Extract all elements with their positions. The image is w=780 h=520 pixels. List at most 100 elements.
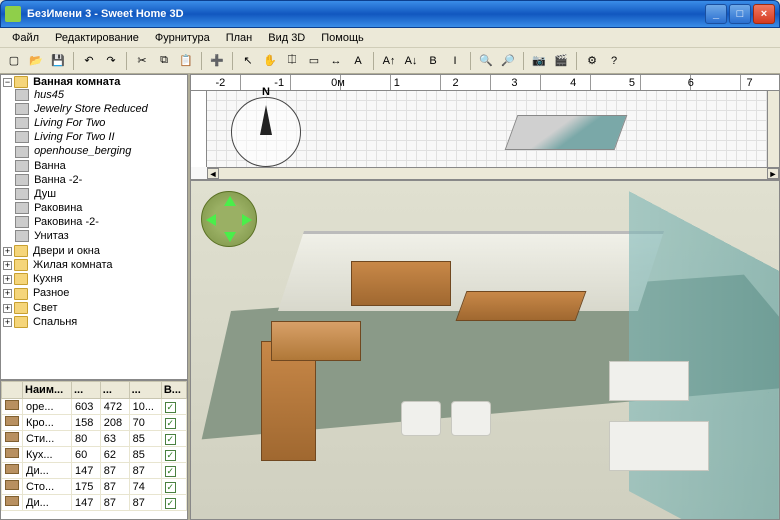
text-bold-button[interactable]: B (423, 51, 443, 71)
expand-icon[interactable]: + (3, 275, 12, 284)
column-header[interactable]: ... (71, 382, 100, 399)
item-icon (15, 89, 29, 101)
collapse-icon[interactable]: − (3, 78, 12, 87)
tree-category[interactable]: + Свет (3, 301, 187, 315)
help-button[interactable]: ? (604, 51, 624, 71)
tree-category[interactable]: + Спальня (3, 315, 187, 329)
menu-file[interactable]: Файл (4, 30, 47, 46)
3d-nav-knob[interactable] (201, 191, 257, 247)
3d-scene[interactable] (201, 211, 769, 509)
plan-vscroll[interactable] (767, 91, 779, 167)
table-row[interactable]: Сто...1758774✓ (2, 479, 187, 495)
plan-hscroll[interactable]: ◄ ► (207, 167, 779, 179)
close-button[interactable]: × (753, 4, 775, 24)
expand-icon[interactable]: + (3, 247, 12, 256)
text-italic-button[interactable]: I (445, 51, 465, 71)
zoom-out-button[interactable]: 🔎 (498, 51, 518, 71)
catalog-tree[interactable]: − Ванная комната hus45 Jewelry Store Red… (0, 74, 188, 380)
visible-checkbox[interactable]: ✓ (165, 450, 176, 461)
nav-down-icon[interactable] (224, 232, 236, 242)
table-row[interactable]: Сти...806385✓ (2, 431, 187, 447)
tree-item[interactable]: Jewelry Store Reduced (15, 102, 187, 116)
text-button[interactable]: A (348, 51, 368, 71)
pan-button[interactable]: ✋ (260, 51, 280, 71)
column-header[interactable]: В... (161, 382, 186, 399)
scroll-right-button[interactable]: ► (767, 168, 779, 179)
open-button[interactable]: 📂 (26, 51, 46, 71)
tree-category[interactable]: + Жилая комната (3, 258, 187, 272)
folder-icon (14, 76, 28, 88)
scroll-track[interactable] (219, 168, 767, 179)
add-furn-button[interactable]: ➕ (207, 51, 227, 71)
expand-icon[interactable]: + (3, 318, 12, 327)
visible-checkbox[interactable]: ✓ (165, 482, 176, 493)
tree-item[interactable]: Living For Two II (15, 130, 187, 144)
dimension-button[interactable]: ↔ (326, 51, 346, 71)
column-header[interactable]: Наим... (23, 382, 72, 399)
column-header[interactable]: ... (129, 382, 161, 399)
tree-item[interactable]: Ванна (15, 159, 187, 173)
menubar: Файл Редактирование Фурнитура План Вид 3… (0, 28, 780, 48)
paste-button[interactable]: 📋 (176, 51, 196, 71)
text-smaller-button[interactable]: A↓ (401, 51, 421, 71)
tree-item[interactable]: Раковина (15, 201, 187, 215)
undo-button[interactable]: ↶ (79, 51, 99, 71)
tree-category[interactable]: + Двери и окна (3, 244, 187, 258)
nav-right-icon[interactable] (242, 214, 252, 226)
menu-view3d[interactable]: Вид 3D (260, 30, 313, 46)
compass-icon[interactable] (231, 97, 301, 167)
tree-category[interactable]: + Кухня (3, 272, 187, 286)
text-bigger-button[interactable]: A↑ (379, 51, 399, 71)
tree-category[interactable]: + Разное (3, 286, 187, 300)
video-button[interactable]: 🎬 (551, 51, 571, 71)
nav-left-icon[interactable] (206, 214, 216, 226)
ruler-tick: 2 (426, 75, 485, 90)
table-row[interactable]: оре...60347210...✓ (2, 399, 187, 415)
menu-plan[interactable]: План (218, 30, 261, 46)
expand-icon[interactable]: + (3, 304, 12, 313)
tree-item[interactable]: openhouse_berging (15, 144, 187, 158)
tree-item[interactable]: hus45 (15, 88, 187, 102)
plan-model[interactable] (505, 115, 628, 150)
photo-button[interactable]: 📷 (529, 51, 549, 71)
table-row[interactable]: Ди...1478787✓ (2, 463, 187, 479)
tree-item[interactable]: Унитаз (15, 229, 187, 243)
visible-checkbox[interactable]: ✓ (165, 466, 176, 477)
wall-button[interactable]: ⎅ (282, 51, 302, 71)
tree-item[interactable]: Раковина -2- (15, 215, 187, 229)
visible-checkbox[interactable]: ✓ (165, 402, 176, 413)
ruler-tick: -1 (250, 75, 309, 90)
prefs-button[interactable]: ⚙ (582, 51, 602, 71)
nav-up-icon[interactable] (224, 196, 236, 206)
window-title: БезИмени 3 - Sweet Home 3D (27, 8, 703, 20)
table-row[interactable]: Ди...1478787✓ (2, 495, 187, 511)
table-row[interactable]: Кух...606285✓ (2, 447, 187, 463)
cut-button[interactable]: ✂ (132, 51, 152, 71)
visible-checkbox[interactable]: ✓ (165, 498, 176, 509)
tree-item[interactable]: Living For Two (15, 116, 187, 130)
furniture-table[interactable]: Наим............В... оре...60347210...✓К… (0, 380, 188, 520)
column-header[interactable]: ... (100, 382, 129, 399)
pointer-button[interactable]: ↖ (238, 51, 258, 71)
menu-furniture[interactable]: Фурнитура (147, 30, 218, 46)
maximize-button[interactable]: □ (729, 4, 751, 24)
minimize-button[interactable]: _ (705, 4, 727, 24)
menu-help[interactable]: Помощь (313, 30, 372, 46)
save-button[interactable]: 💾 (48, 51, 68, 71)
expand-icon[interactable]: + (3, 261, 12, 270)
menu-edit[interactable]: Редактирование (47, 30, 147, 46)
room-button[interactable]: ▭ (304, 51, 324, 71)
tree-item[interactable]: Ванна -2- (15, 173, 187, 187)
plan-view[interactable]: -2-10м1234567 ◄ ► (190, 74, 780, 180)
redo-button[interactable]: ↷ (101, 51, 121, 71)
tree-item[interactable]: Душ (15, 187, 187, 201)
table-row[interactable]: Кро...15820870✓ (2, 415, 187, 431)
copy-button[interactable]: ⧉ (154, 51, 174, 71)
expand-icon[interactable]: + (3, 289, 12, 298)
visible-checkbox[interactable]: ✓ (165, 434, 176, 445)
new-button[interactable]: ▢ (4, 51, 24, 71)
visible-checkbox[interactable]: ✓ (165, 418, 176, 429)
scroll-left-button[interactable]: ◄ (207, 168, 219, 179)
zoom-in-button[interactable]: 🔍 (476, 51, 496, 71)
view-3d[interactable] (190, 180, 780, 520)
